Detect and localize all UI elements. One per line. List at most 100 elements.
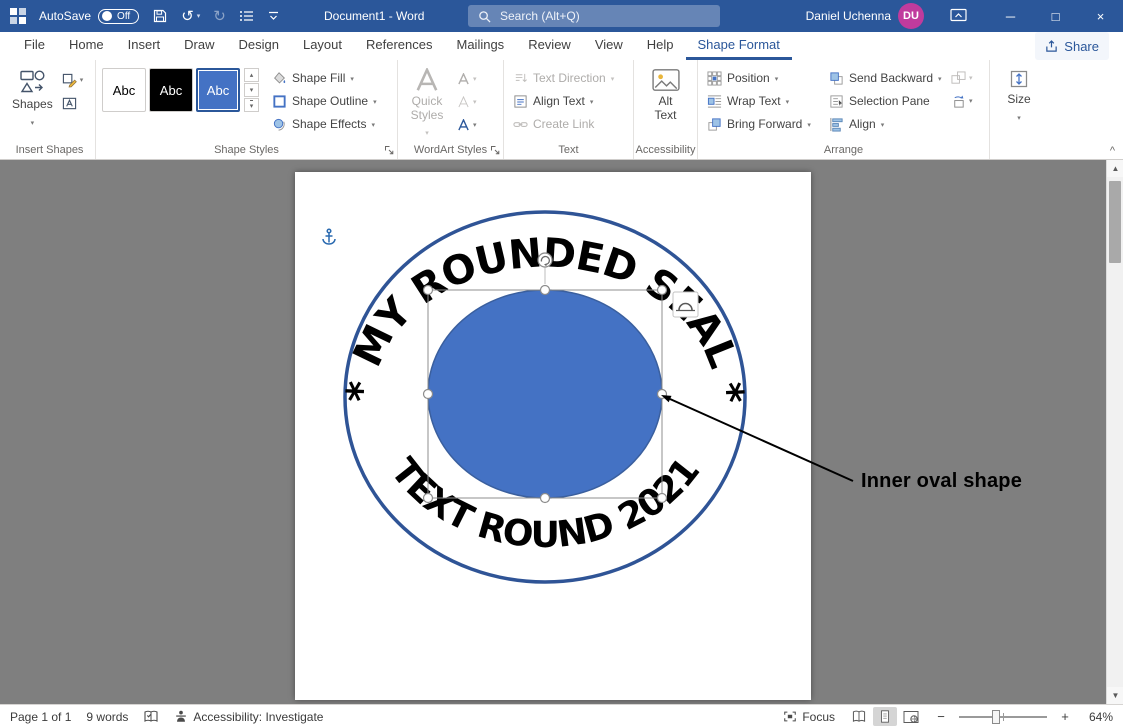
- rotate-objects-button[interactable]: [948, 91, 976, 111]
- rotation-handle[interactable]: [538, 253, 552, 267]
- tab-layout[interactable]: Layout: [291, 32, 354, 60]
- selection-handle-bottom-left[interactable]: [424, 494, 433, 503]
- undo-button[interactable]: ↺▾: [181, 9, 200, 24]
- accessibility-checker[interactable]: Accessibility: Investigate: [174, 709, 323, 724]
- search-box[interactable]: Search (Alt+Q): [468, 5, 720, 27]
- word-app-icon[interactable]: [9, 7, 27, 25]
- tab-references[interactable]: References: [354, 32, 444, 60]
- gallery-up-button[interactable]: [244, 68, 259, 82]
- tab-file[interactable]: File: [12, 32, 57, 60]
- customize-toolbar-icon[interactable]: [267, 10, 280, 22]
- chevron-down-icon: [1017, 110, 1021, 124]
- group-objects-button[interactable]: [948, 68, 976, 88]
- redo-button[interactable]: ↻: [213, 9, 226, 24]
- tab-review[interactable]: Review: [516, 32, 583, 60]
- selection-handle-bottom-center[interactable]: [541, 494, 550, 503]
- inner-oval-shape[interactable]: [428, 290, 662, 498]
- alt-text-button[interactable]: Alt Text: [650, 68, 682, 123]
- gallery-more-button[interactable]: [244, 98, 259, 112]
- tab-home[interactable]: Home: [57, 32, 116, 60]
- size-button[interactable]: Size: [1005, 68, 1032, 124]
- tab-design[interactable]: Design: [227, 32, 291, 60]
- selection-handle-middle-right[interactable]: [658, 390, 667, 399]
- wordart-dialog-launcher-icon[interactable]: [490, 145, 500, 155]
- text-effects-button[interactable]: [454, 115, 480, 135]
- ribbon-display-options-icon[interactable]: [950, 8, 967, 22]
- shape-effects-button[interactable]: Shape Effects: [269, 114, 380, 134]
- scrollbar-thumb[interactable]: [1109, 181, 1121, 263]
- scroll-down-button[interactable]: ▼: [1107, 687, 1123, 704]
- account-name[interactable]: Daniel Uchenna: [806, 0, 891, 32]
- chevron-down-icon: [590, 94, 594, 108]
- shape-style-preview-blue-selected[interactable]: Abc: [196, 68, 240, 112]
- quick-access-list-icon[interactable]: [239, 9, 254, 23]
- tab-view[interactable]: View: [583, 32, 635, 60]
- shapes-gallery-icon: [19, 68, 46, 95]
- tab-shape-format[interactable]: Shape Format: [686, 32, 792, 60]
- selection-pane-button[interactable]: Selection Pane: [826, 91, 944, 111]
- search-icon: [478, 10, 491, 23]
- gallery-down-button[interactable]: [244, 83, 259, 97]
- title-bar: AutoSave Off ↺▾ ↻ Document1 - Word: [0, 0, 1123, 32]
- chevron-down-icon: [473, 93, 477, 111]
- selection-handle-middle-left[interactable]: [424, 390, 433, 399]
- selection-handle-top-center[interactable]: [541, 286, 550, 295]
- focus-button[interactable]: Focus: [783, 710, 835, 724]
- minimize-button[interactable]: ─: [988, 0, 1033, 32]
- text-outline-button[interactable]: [454, 92, 480, 112]
- bring-forward-button[interactable]: Bring Forward: [704, 114, 822, 134]
- tab-mailings[interactable]: Mailings: [445, 32, 517, 60]
- edit-shape-button[interactable]: [59, 70, 87, 90]
- word-count[interactable]: 9 words: [86, 710, 128, 724]
- avatar[interactable]: DU: [898, 3, 924, 29]
- page-indicator[interactable]: Page 1 of 1: [10, 710, 71, 724]
- tab-insert[interactable]: Insert: [116, 32, 173, 60]
- save-button[interactable]: [152, 8, 168, 24]
- collapse-ribbon-icon[interactable]: ^: [1110, 145, 1115, 157]
- text-fill-button[interactable]: [454, 69, 480, 89]
- share-icon: [1045, 40, 1058, 53]
- shape-outline-button[interactable]: Shape Outline: [269, 91, 380, 111]
- zoom-out-button[interactable]: −: [935, 709, 947, 724]
- print-layout-button[interactable]: [873, 707, 897, 726]
- chevron-down-icon: [969, 92, 973, 110]
- send-backward-button[interactable]: Send Backward: [826, 68, 944, 88]
- zoom-in-button[interactable]: +: [1059, 709, 1071, 724]
- zoom-level[interactable]: 64%: [1083, 710, 1113, 724]
- align-text-button[interactable]: Align Text: [510, 91, 617, 111]
- shapes-button[interactable]: Shapes: [10, 68, 55, 129]
- position-button[interactable]: Position: [704, 68, 822, 88]
- shape-fill-button[interactable]: Shape Fill: [269, 68, 380, 88]
- autosave-control[interactable]: AutoSave Off: [39, 9, 139, 24]
- web-layout-button[interactable]: [899, 707, 923, 726]
- autosave-toggle[interactable]: Off: [98, 9, 139, 24]
- quick-styles-button[interactable]: Quick Styles: [404, 68, 450, 140]
- text-direction-button[interactable]: Text Direction: [510, 68, 617, 88]
- selection-handle-top-right[interactable]: [658, 286, 667, 295]
- tab-draw[interactable]: Draw: [172, 32, 226, 60]
- close-button[interactable]: ×: [1078, 0, 1123, 32]
- chevron-down-icon: [473, 116, 477, 134]
- share-button[interactable]: Share: [1035, 32, 1109, 60]
- document-page[interactable]: * MY ROUNDED SEAL * TEXT ROUND 2021: [295, 172, 811, 700]
- zoom-slider[interactable]: [959, 716, 1047, 718]
- selection-handle-bottom-right[interactable]: [658, 494, 667, 503]
- create-link-button[interactable]: Create Link: [510, 114, 617, 134]
- focus-icon: [783, 710, 797, 723]
- maximize-button[interactable]: □: [1033, 0, 1078, 32]
- shape-styles-dialog-launcher-icon[interactable]: [384, 145, 394, 155]
- read-mode-button[interactable]: [847, 707, 871, 726]
- selection-handle-top-left[interactable]: [424, 286, 433, 295]
- chevron-down-icon: [425, 126, 429, 140]
- shape-style-preview-white[interactable]: Abc: [102, 68, 146, 112]
- tab-help[interactable]: Help: [635, 32, 686, 60]
- shape-style-preview-black[interactable]: Abc: [149, 68, 193, 112]
- align-objects-button[interactable]: Align: [826, 114, 944, 134]
- scroll-up-button[interactable]: ▲: [1107, 160, 1123, 177]
- wrap-text-button[interactable]: Wrap Text: [704, 91, 822, 111]
- text-box-button[interactable]: [59, 93, 87, 113]
- layout-options-button[interactable]: [673, 292, 698, 317]
- proofing-icon[interactable]: [143, 709, 159, 724]
- vertical-scrollbar[interactable]: ▲ ▼: [1106, 160, 1123, 704]
- zoom-slider-thumb[interactable]: [992, 710, 1000, 724]
